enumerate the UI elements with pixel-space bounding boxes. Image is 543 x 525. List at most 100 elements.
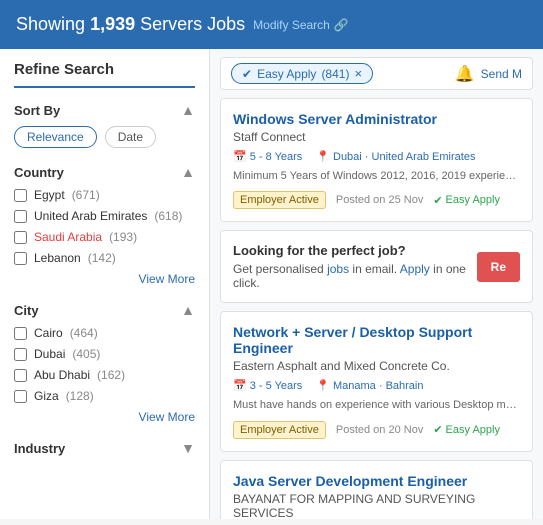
city-item-giza: Giza (128) bbox=[14, 389, 195, 403]
city-name-dubai: Dubai bbox=[34, 347, 65, 361]
city-checkbox-abudhabi[interactable] bbox=[14, 369, 27, 382]
easy-apply-chip-count: (841) bbox=[321, 67, 349, 81]
city-checkbox-giza[interactable] bbox=[14, 390, 27, 403]
country-item-lebanon: Lebanon (142) bbox=[14, 251, 195, 265]
country-checkbox-egypt[interactable] bbox=[14, 189, 27, 202]
job-title-3[interactable]: Network + Server / Desktop Support Engin… bbox=[233, 324, 520, 356]
chip-remove-icon[interactable]: × bbox=[354, 66, 362, 81]
posted-date-3: Posted on 20 Nov bbox=[336, 424, 423, 436]
city-count-giza: (128) bbox=[66, 389, 94, 403]
country-name-lebanon: Lebanon bbox=[34, 251, 81, 265]
calendar-icon: 📅 bbox=[233, 150, 247, 163]
job-results-content: ✔ Easy Apply (841) × 🔔 Send M Windows Se… bbox=[210, 49, 543, 519]
city-item-abudhabi: Abu Dhabi (162) bbox=[14, 368, 195, 382]
promo-jobs-link[interactable]: jobs bbox=[327, 262, 349, 276]
job-type-title: Servers Jobs bbox=[135, 14, 245, 34]
easy-apply-chip-label: Easy Apply bbox=[257, 67, 316, 81]
location-meta-1: 📍 Dubai · United Arab Emirates bbox=[316, 150, 475, 163]
easy-apply-label-3: Easy Apply bbox=[446, 424, 500, 436]
city-header: City ▲ bbox=[14, 302, 195, 318]
city-checkbox-dubai[interactable] bbox=[14, 348, 27, 361]
register-button[interactable]: Re bbox=[477, 252, 520, 282]
page-title: Showing 1,939 Servers Jobs bbox=[16, 14, 245, 35]
country-name-egypt: Egypt bbox=[34, 188, 65, 202]
modify-search-label: Modify Search bbox=[253, 18, 330, 32]
promo-card: Looking for the perfect job? Get persona… bbox=[220, 230, 533, 303]
sort-relevance-button[interactable]: Relevance bbox=[14, 126, 97, 148]
job-footer-1: Employer Active Posted on 25 Nov ✔ Easy … bbox=[233, 191, 520, 209]
job-count: 1,939 bbox=[90, 14, 135, 34]
city-label: City bbox=[14, 303, 39, 318]
employer-badge-1: Employer Active bbox=[233, 191, 326, 209]
send-me-label[interactable]: Send M bbox=[481, 67, 522, 81]
city-view-more[interactable]: View More bbox=[14, 410, 195, 424]
country-checkbox-saudi[interactable] bbox=[14, 231, 27, 244]
country-count-lebanon: (142) bbox=[88, 251, 116, 265]
job-card-4: Java Server Development Engineer BAYANAT… bbox=[220, 460, 533, 519]
country-count-egypt: (671) bbox=[72, 188, 100, 202]
city-count-dubai: (405) bbox=[72, 347, 100, 361]
city-name-cairo: Cairo bbox=[34, 326, 63, 340]
location-value-3: Manama · Bahrain bbox=[333, 380, 424, 392]
sidebar: Refine Search Sort By ▲ Relevance Date C… bbox=[0, 49, 210, 519]
city-count-cairo: (464) bbox=[70, 326, 98, 340]
company-name-1: Staff Connect bbox=[233, 130, 520, 144]
sort-date-button[interactable]: Date bbox=[105, 126, 156, 148]
sort-by-header: Sort By ▲ bbox=[14, 102, 195, 118]
sort-buttons: Relevance Date bbox=[14, 126, 195, 148]
company-name-4: BAYANAT FOR MAPPING AND SURVEYING SERVIC… bbox=[233, 492, 520, 519]
country-section: Country ▲ Egypt (671) United Arab Emirat… bbox=[14, 164, 195, 286]
country-header: Country ▲ bbox=[14, 164, 195, 180]
easy-apply-link-1[interactable]: ✔ Easy Apply bbox=[433, 194, 500, 207]
promo-title: Looking for the perfect job? bbox=[233, 243, 477, 258]
easy-apply-filter-chip[interactable]: ✔ Easy Apply (841) × bbox=[231, 63, 373, 84]
posted-date-1: Posted on 25 Nov bbox=[336, 194, 423, 206]
experience-meta-1: 📅 5 - 8 Years bbox=[233, 150, 302, 163]
job-footer-3: Employer Active Posted on 20 Nov ✔ Easy … bbox=[233, 421, 520, 439]
country-item-saudi: Saudi Arabia (193) bbox=[14, 230, 195, 244]
location-icon: 📍 bbox=[316, 150, 330, 163]
city-section: City ▲ Cairo (464) Dubai (405) Abu Dhabi… bbox=[14, 302, 195, 424]
filter-bar: ✔ Easy Apply (841) × 🔔 Send M bbox=[220, 57, 533, 90]
experience-meta-3: 📅 3 - 5 Years bbox=[233, 379, 302, 392]
country-toggle-icon[interactable]: ▲ bbox=[181, 164, 195, 180]
modify-search-link[interactable]: Modify Search 🔗 bbox=[253, 18, 349, 32]
industry-toggle-icon[interactable]: ▼ bbox=[181, 440, 195, 456]
easy-apply-link-3[interactable]: ✔ Easy Apply bbox=[433, 423, 500, 436]
checkmark-icon: ✔ bbox=[242, 67, 252, 81]
job-meta-1: 📅 5 - 8 Years 📍 Dubai · United Arab Emir… bbox=[233, 150, 520, 163]
location-icon-3: 📍 bbox=[316, 379, 330, 392]
country-checkbox-uae[interactable] bbox=[14, 210, 27, 223]
job-card-3: Network + Server / Desktop Support Engin… bbox=[220, 311, 533, 451]
country-label: Country bbox=[14, 165, 64, 180]
easy-apply-tick-icon: ✔ bbox=[433, 194, 442, 207]
country-checkbox-lebanon[interactable] bbox=[14, 252, 27, 265]
industry-section: Industry ▼ bbox=[14, 440, 195, 456]
notification-bell-icon[interactable]: 🔔 bbox=[455, 64, 475, 84]
city-toggle-icon[interactable]: ▲ bbox=[181, 302, 195, 318]
city-checkbox-cairo[interactable] bbox=[14, 327, 27, 340]
country-item-egypt: Egypt (671) bbox=[14, 188, 195, 202]
calendar-icon-3: 📅 bbox=[233, 379, 247, 392]
sort-by-toggle-icon[interactable]: ▲ bbox=[181, 102, 195, 118]
page-header: Showing 1,939 Servers Jobs Modify Search… bbox=[0, 0, 543, 49]
city-count-abudhabi: (162) bbox=[97, 368, 125, 382]
sidebar-title: Refine Search bbox=[14, 61, 195, 88]
city-item-cairo: Cairo (464) bbox=[14, 326, 195, 340]
job-title-4[interactable]: Java Server Development Engineer bbox=[233, 473, 520, 489]
sort-by-section: Sort By ▲ Relevance Date bbox=[14, 102, 195, 148]
location-meta-3: 📍 Manama · Bahrain bbox=[316, 379, 423, 392]
easy-apply-label-1: Easy Apply bbox=[446, 194, 500, 206]
job-description-3: Must have hands on experience with vario… bbox=[233, 398, 520, 413]
promo-subtitle: Get personalised jobs in email. Apply in… bbox=[233, 262, 477, 290]
showing-prefix: Showing bbox=[16, 14, 90, 34]
main-layout: Refine Search Sort By ▲ Relevance Date C… bbox=[0, 49, 543, 519]
job-card-1: Windows Server Administrator Staff Conne… bbox=[220, 98, 533, 222]
country-view-more[interactable]: View More bbox=[14, 272, 195, 286]
job-title-1[interactable]: Windows Server Administrator bbox=[233, 111, 520, 127]
industry-header: Industry ▼ bbox=[14, 440, 195, 456]
country-name-uae: United Arab Emirates bbox=[34, 209, 147, 223]
country-name-saudi: Saudi Arabia bbox=[34, 230, 102, 244]
promo-apply-link[interactable]: Apply bbox=[400, 262, 430, 276]
experience-value-1: 5 - 8 Years bbox=[250, 151, 303, 163]
